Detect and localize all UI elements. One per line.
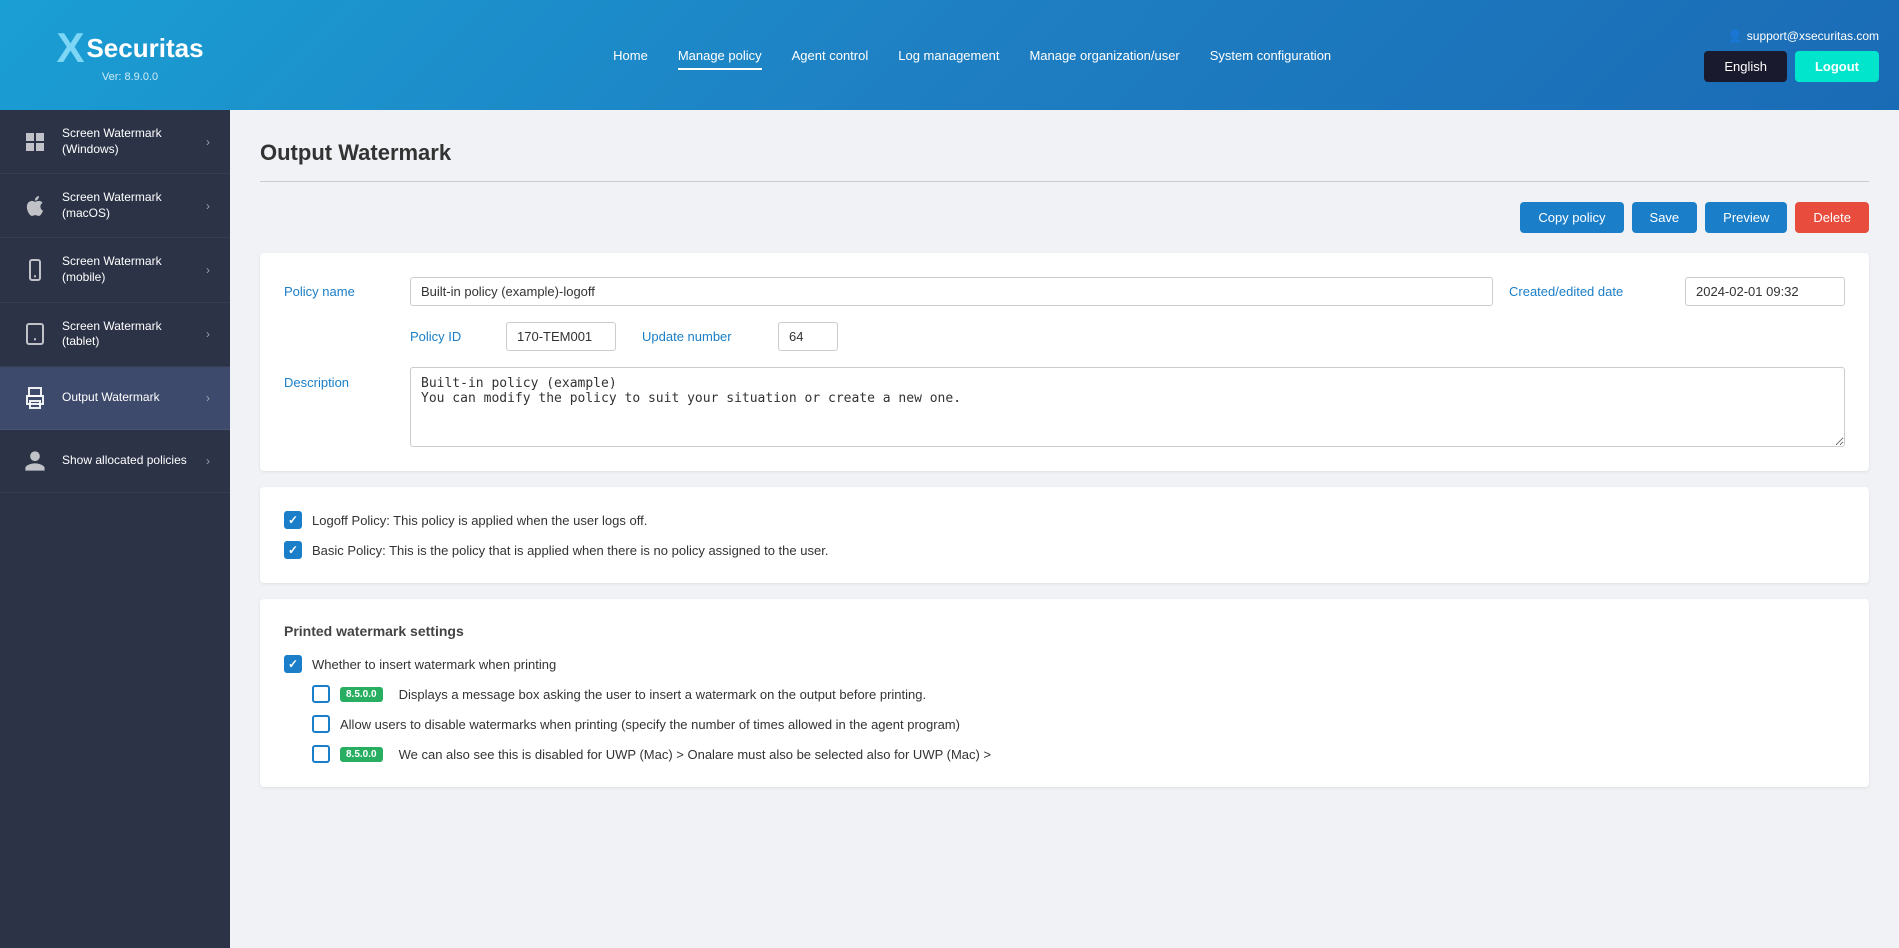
title-divider: [260, 181, 1869, 182]
sidebar-label-tablet: Screen Watermark(tablet): [62, 319, 206, 350]
version-badge-displays: 8.5.0.0: [340, 687, 383, 702]
allow-disable-checkbox[interactable]: [312, 715, 330, 733]
windows-icon: [20, 127, 50, 157]
policy-id-row: Policy ID Update number: [410, 322, 1845, 351]
action-buttons: Copy policy Save Preview Delete: [260, 202, 1869, 233]
chevron-right-icon: ›: [206, 199, 210, 213]
check-icon: ✓: [288, 657, 298, 671]
sidebar: Screen Watermark(Windows) › Screen Water…: [0, 110, 230, 948]
basic-policy-row: ✓ Basic Policy: This is the policy that …: [284, 541, 1845, 559]
another-option-row: 8.5.0.0 We can also see this is disabled…: [312, 745, 1845, 763]
language-button[interactable]: English: [1704, 51, 1787, 82]
basic-policy-checkbox[interactable]: ✓: [284, 541, 302, 559]
allow-disable-label: Allow users to disable watermarks when p…: [340, 717, 960, 732]
displays-message-label: Displays a message box asking the user t…: [399, 687, 927, 702]
logo-brand: Securitas: [86, 33, 203, 64]
sidebar-label-output: Output Watermark: [62, 390, 206, 406]
policy-form-card: Policy name Created/edited date Policy I…: [260, 253, 1869, 471]
page-title: Output Watermark: [260, 140, 1869, 166]
save-button[interactable]: Save: [1632, 202, 1698, 233]
nav-manage-org[interactable]: Manage organization/user: [1029, 43, 1179, 68]
version-badge-another: 8.5.0.0: [340, 747, 383, 762]
policy-id-label: Policy ID: [410, 329, 490, 344]
nav-agent-control[interactable]: Agent control: [792, 43, 869, 68]
policy-name-row: Policy name Created/edited date: [284, 277, 1845, 306]
header: X Securitas Ver: 8.9.0.0 Home Manage pol…: [0, 0, 1899, 110]
sidebar-label-allocated: Show allocated policies: [62, 453, 206, 469]
printed-watermark-card: Printed watermark settings ✓ Whether to …: [260, 599, 1869, 787]
tablet-icon: [20, 319, 50, 349]
chevron-right-icon: ›: [206, 135, 210, 149]
another-option-label: We can also see this is disabled for UWP…: [399, 747, 991, 762]
displays-message-checkbox[interactable]: [312, 685, 330, 703]
update-number-label: Update number: [642, 329, 762, 344]
allow-disable-row: Allow users to disable watermarks when p…: [312, 715, 1845, 733]
policy-name-input[interactable]: [410, 277, 1493, 306]
policy-id-input[interactable]: [506, 322, 616, 351]
logo-area: X Securitas Ver: 8.9.0.0: [20, 27, 240, 83]
copy-policy-button[interactable]: Copy policy: [1520, 202, 1623, 233]
created-date-label: Created/edited date: [1509, 284, 1669, 299]
mobile-icon: [20, 255, 50, 285]
logoff-policy-label: Logoff Policy: This policy is applied wh…: [312, 513, 647, 528]
sidebar-item-allocated-policies[interactable]: Show allocated policies ›: [0, 430, 230, 493]
insert-watermark-row: ✓ Whether to insert watermark when print…: [284, 655, 1845, 673]
header-buttons: English Logout: [1704, 51, 1879, 82]
check-icon: ✓: [288, 513, 298, 527]
nav-manage-policy[interactable]: Manage policy: [678, 43, 762, 68]
insert-watermark-label: Whether to insert watermark when printin…: [312, 657, 556, 672]
support-email: support@xsecuritas.com: [1747, 29, 1879, 43]
chevron-right-icon: ›: [206, 391, 210, 405]
description-row: Description: [284, 367, 1845, 447]
printer-icon: [20, 383, 50, 413]
user-policies-icon: [20, 446, 50, 476]
description-label: Description: [284, 367, 394, 390]
nav-home[interactable]: Home: [613, 43, 648, 68]
main-nav: Home Manage policy Agent control Log man…: [240, 43, 1704, 68]
chevron-right-icon: ›: [206, 454, 210, 468]
check-icon: ✓: [288, 543, 298, 557]
sidebar-item-tablet[interactable]: Screen Watermark(tablet) ›: [0, 303, 230, 367]
logoff-policy-checkbox[interactable]: ✓: [284, 511, 302, 529]
app-layout: Screen Watermark(Windows) › Screen Water…: [0, 110, 1899, 948]
another-option-checkbox[interactable]: [312, 745, 330, 763]
policy-flags-card: ✓ Logoff Policy: This policy is applied …: [260, 487, 1869, 583]
printed-watermark-title: Printed watermark settings: [284, 623, 1845, 639]
sidebar-item-macos[interactable]: Screen Watermark(macOS) ›: [0, 174, 230, 238]
policy-name-label: Policy name: [284, 284, 394, 299]
chevron-right-icon: ›: [206, 263, 210, 277]
apple-icon: [20, 191, 50, 221]
preview-button[interactable]: Preview: [1705, 202, 1787, 233]
created-date-input[interactable]: [1685, 277, 1845, 306]
sidebar-item-output-watermark[interactable]: Output Watermark ›: [0, 367, 230, 430]
displays-message-row: 8.5.0.0 Displays a message box asking th…: [312, 685, 1845, 703]
delete-button[interactable]: Delete: [1795, 202, 1869, 233]
logoff-policy-row: ✓ Logoff Policy: This policy is applied …: [284, 511, 1845, 529]
person-icon: 👤: [1728, 29, 1743, 43]
sidebar-label-windows: Screen Watermark(Windows): [62, 126, 206, 157]
insert-watermark-checkbox[interactable]: ✓: [284, 655, 302, 673]
header-right: 👤 support@xsecuritas.com English Logout: [1704, 29, 1879, 82]
nav-system-config[interactable]: System configuration: [1210, 43, 1331, 68]
sidebar-label-mobile: Screen Watermark(mobile): [62, 254, 206, 285]
basic-policy-label: Basic Policy: This is the policy that is…: [312, 543, 828, 558]
version-label: Ver: 8.9.0.0: [102, 71, 158, 83]
support-link[interactable]: 👤 support@xsecuritas.com: [1728, 29, 1879, 43]
sidebar-label-macos: Screen Watermark(macOS): [62, 190, 206, 221]
sidebar-item-windows[interactable]: Screen Watermark(Windows) ›: [0, 110, 230, 174]
sidebar-item-mobile[interactable]: Screen Watermark(mobile) ›: [0, 238, 230, 302]
chevron-right-icon: ›: [206, 327, 210, 341]
description-textarea[interactable]: [410, 367, 1845, 447]
update-number-input[interactable]: [778, 322, 838, 351]
main-content: Output Watermark Copy policy Save Previe…: [230, 110, 1899, 948]
logo-x-icon: X: [56, 27, 84, 69]
logout-button[interactable]: Logout: [1795, 51, 1879, 82]
nav-log-management[interactable]: Log management: [898, 43, 999, 68]
